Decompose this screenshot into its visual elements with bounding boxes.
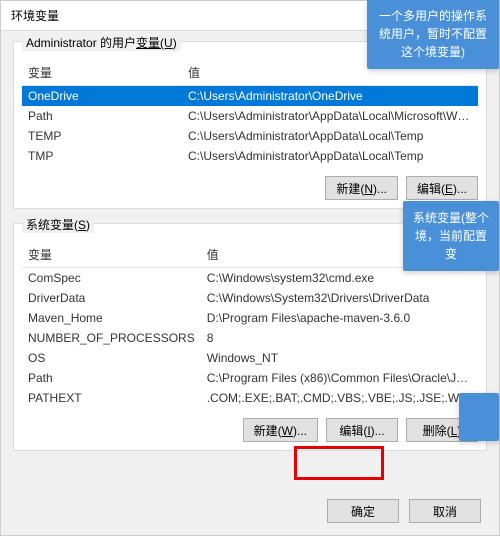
btn-label: 编辑(I)... bbox=[339, 424, 384, 438]
system-buttons: 新建(W)... 编辑(I)... 删除(L) bbox=[22, 418, 478, 442]
var-value-cell: C:\Users\Administrator\OneDrive bbox=[182, 86, 478, 107]
var-name-cell: OneDrive bbox=[22, 86, 182, 107]
table-row[interactable]: DriverDataC:\Windows\System32\Drivers\Dr… bbox=[22, 288, 478, 308]
var-value-cell: 8 bbox=[201, 328, 478, 348]
user-group-label: Administrator 的用户变量(U) bbox=[22, 34, 181, 51]
var-name-cell: NUMBER_OF_PROCESSORS bbox=[22, 328, 201, 348]
table-row[interactable]: Maven_HomeD:\Program Files\apache-maven-… bbox=[22, 308, 478, 328]
table-row[interactable]: OneDriveC:\Users\Administrator\OneDrive bbox=[22, 86, 478, 107]
annotation-callout-mid: 系统变量(整个境，当前配置变 bbox=[403, 201, 499, 271]
table-row[interactable]: TEMPC:\Users\Administrator\AppData\Local… bbox=[22, 126, 478, 146]
user-buttons: 新建(N)... 编辑(E)... 删除(D) bbox=[22, 176, 478, 200]
var-value-cell: .COM;.EXE;.BAT;.CMD;.VBS;.VBE;.JS;.JSE;.… bbox=[201, 388, 478, 408]
btn-label: 新建(N)... bbox=[336, 182, 387, 196]
env-vars-dialog: 环境变量 Administrator 的用户变量(U) 变量 值 OneDriv… bbox=[0, 0, 500, 536]
var-value-cell: C:\Users\Administrator\AppData\Local\Mic… bbox=[182, 106, 478, 126]
var-name-cell: Path bbox=[22, 368, 201, 388]
var-name-cell: Path bbox=[22, 106, 182, 126]
table-row[interactable]: TMPC:\Users\Administrator\AppData\Local\… bbox=[22, 146, 478, 166]
table-row[interactable]: PathC:\Program Files (x86)\Common Files\… bbox=[22, 368, 478, 388]
btn-label: 新建(W)... bbox=[254, 424, 307, 438]
var-value-cell: C:\Users\Administrator\AppData\Local\Tem… bbox=[182, 146, 478, 166]
system-new-button[interactable]: 新建(W)... bbox=[243, 418, 318, 442]
annotation-highlight-box bbox=[294, 446, 384, 480]
table-row[interactable]: NUMBER_OF_PROCESSORS8 bbox=[22, 328, 478, 348]
table-row[interactable]: PathC:\Users\Administrator\AppData\Local… bbox=[22, 106, 478, 126]
btn-label: 删除(L) bbox=[423, 424, 462, 438]
var-value-cell: C:\Program Files (x86)\Common Files\Orac… bbox=[201, 368, 478, 388]
var-name-cell: OS bbox=[22, 348, 201, 368]
system-col-variable[interactable]: 变量 bbox=[22, 242, 201, 268]
var-name-cell: ComSpec bbox=[22, 268, 201, 289]
annotation-callout-top: 一个多用户的操作系统用户，暂时不配置这个境变量) bbox=[367, 0, 499, 69]
annotation-callout-low bbox=[459, 393, 499, 441]
user-group-label-u: 变量(U bbox=[136, 36, 173, 50]
var-name-cell: PATHEXT bbox=[22, 388, 201, 408]
user-edit-button[interactable]: 编辑(E)... bbox=[406, 176, 478, 200]
btn-label: 编辑(E)... bbox=[417, 182, 467, 196]
var-name-cell: TEMP bbox=[22, 126, 182, 146]
system-group-label: 系统变量(S) bbox=[22, 216, 94, 233]
var-value-cell: Windows_NT bbox=[201, 348, 478, 368]
dialog-footer: 确定 取消 bbox=[327, 499, 481, 523]
user-group-label-prefix: Administrator 的用户 bbox=[26, 36, 136, 50]
table-row[interactable]: PATHEXT.COM;.EXE;.BAT;.CMD;.VBS;.VBE;.JS… bbox=[22, 388, 478, 408]
ok-button[interactable]: 确定 bbox=[327, 499, 399, 523]
var-name-cell: TMP bbox=[22, 146, 182, 166]
var-value-cell: C:\Windows\System32\Drivers\DriverData bbox=[201, 288, 478, 308]
var-name-cell: DriverData bbox=[22, 288, 201, 308]
table-row[interactable]: OSWindows_NT bbox=[22, 348, 478, 368]
user-col-variable[interactable]: 变量 bbox=[22, 60, 182, 86]
system-edit-button[interactable]: 编辑(I)... bbox=[326, 418, 398, 442]
var-value-cell: D:\Program Files\apache-maven-3.6.0 bbox=[201, 308, 478, 328]
cancel-button[interactable]: 取消 bbox=[409, 499, 481, 523]
var-value-cell: C:\Users\Administrator\AppData\Local\Tem… bbox=[182, 126, 478, 146]
var-name-cell: Maven_Home bbox=[22, 308, 201, 328]
user-vars-table[interactable]: 变量 值 OneDriveC:\Users\Administrator\OneD… bbox=[22, 60, 478, 166]
user-new-button[interactable]: 新建(N)... bbox=[325, 176, 398, 200]
